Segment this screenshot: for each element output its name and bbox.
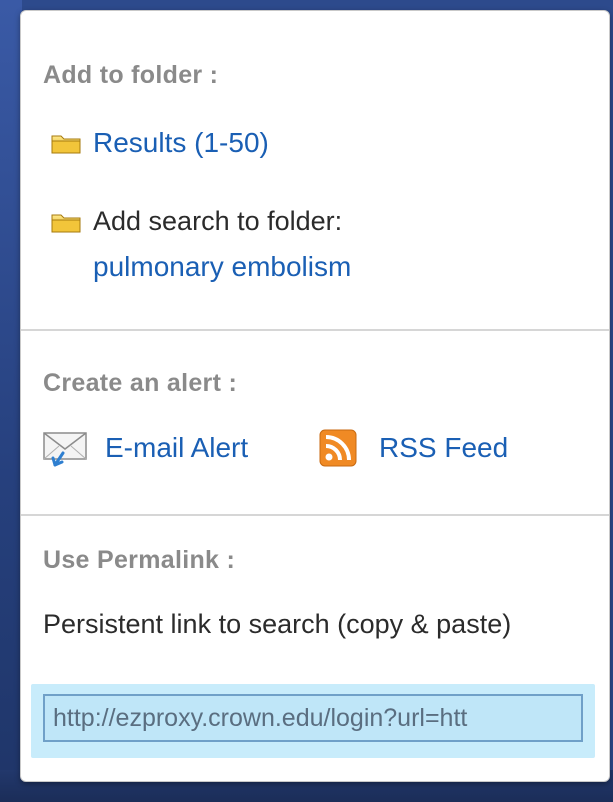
- add-search-row: Add search to folder:: [51, 206, 342, 237]
- background-page-edge: [0, 0, 22, 802]
- email-alert-icon: [43, 432, 87, 467]
- email-alert-link[interactable]: E-mail Alert: [105, 432, 248, 464]
- permalink-description: Persistent link to search (copy & paste): [43, 609, 512, 639]
- add-to-folder-heading: Add to folder :: [43, 61, 219, 89]
- permalink-heading: Use Permalink :: [43, 546, 236, 574]
- email-alert-row[interactable]: E-mail Alert: [41, 429, 248, 467]
- rss-feed-link[interactable]: RSS Feed: [379, 432, 508, 464]
- permalink-highlight: [31, 684, 595, 758]
- search-term-link[interactable]: pulmonary embolism: [93, 251, 351, 283]
- rss-icon: [319, 429, 357, 467]
- create-alert-heading: Create an alert :: [43, 369, 238, 397]
- add-to-folder-section: Add to folder : Results (1-50) Add searc…: [21, 11, 609, 329]
- share-dropdown-panel: Add to folder : Results (1-50) Add searc…: [20, 10, 610, 782]
- results-folder-row[interactable]: Results (1-50): [51, 127, 269, 159]
- create-alert-section: Create an alert : E-mail Alert RSS Feed: [21, 329, 609, 516]
- folder-icon: [51, 214, 81, 232]
- folder-icon: [51, 135, 81, 154]
- add-search-label: Add search to folder:: [93, 206, 343, 236]
- permalink-section: Use Permalink : Persistent link to searc…: [21, 514, 609, 783]
- rss-feed-row[interactable]: RSS Feed: [319, 429, 508, 467]
- permalink-url-field[interactable]: [43, 694, 583, 742]
- search-term-row: pulmonary embolism: [93, 251, 351, 283]
- results-link[interactable]: Results (1-50): [93, 127, 269, 159]
